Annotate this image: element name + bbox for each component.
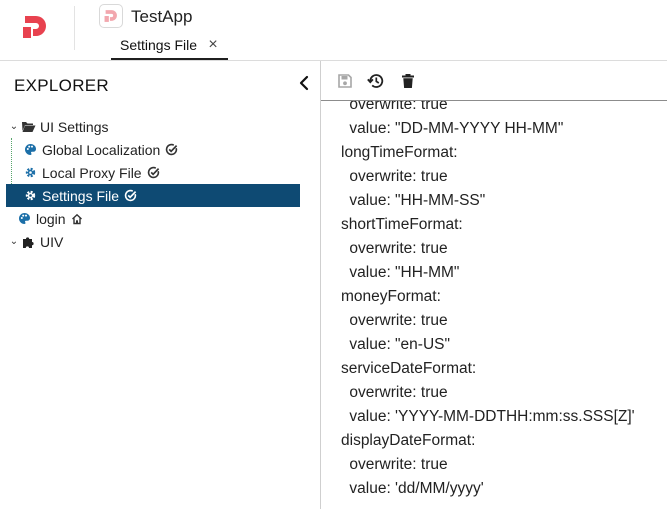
code-line[interactable]: overwrite: true (349, 309, 447, 333)
tree-item-label: Settings File (42, 187, 120, 204)
home-icon (71, 213, 83, 225)
chevron-down-icon[interactable]: ⌄ (8, 236, 20, 247)
folder-open-icon (20, 119, 36, 135)
tree-item-global-localization[interactable]: Global Localization (0, 138, 321, 161)
code-line[interactable]: value: "DD-MM-YYYY HH-MM" (349, 117, 563, 141)
top-bar: TestApp Settings File × (0, 0, 667, 60)
code-line[interactable]: overwrite: true (349, 165, 447, 189)
tree-item-login[interactable]: login (0, 207, 321, 230)
close-icon[interactable]: × (206, 37, 220, 53)
code-line[interactable]: serviceDateFormat: (341, 357, 476, 381)
code-line[interactable]: value: "HH-MM" (349, 261, 459, 285)
code-line[interactable]: value: 'dd/MM/yyyy' (349, 477, 483, 501)
code-line[interactable]: overwrite: true (349, 237, 447, 261)
trash-icon (402, 74, 414, 88)
editor-toolbar (321, 61, 667, 101)
palette-icon (22, 142, 38, 158)
gear-icon (22, 165, 38, 181)
puzzle-icon (20, 234, 36, 250)
tree-item-local-proxy-file[interactable]: Local Proxy File (0, 161, 321, 184)
tree-item-label: login (36, 210, 66, 227)
tree-item-label: UIV (40, 233, 64, 250)
check-circle-icon (124, 189, 137, 202)
code-editor[interactable]: overwrite: true value: "DD-MM-YYYY HH-MM"… (321, 101, 667, 509)
header-divider (74, 6, 75, 50)
app-title: TestApp (131, 7, 193, 26)
explorer-title: EXPLORER (14, 76, 109, 95)
code-line[interactable]: moneyFormat: (341, 285, 441, 309)
palette-icon (16, 211, 32, 227)
collapse-panel-button[interactable] (295, 73, 313, 93)
save-button[interactable] (335, 71, 355, 91)
chevron-down-icon[interactable]: ⌄ (8, 121, 20, 132)
delete-button[interactable] (398, 71, 418, 91)
history-button[interactable] (366, 71, 386, 91)
history-icon (367, 74, 384, 88)
tree-item-label: Local Proxy File (42, 164, 142, 181)
tree-item-label: Global Localization (42, 141, 161, 158)
code-line[interactable]: shortTimeFormat: (341, 213, 463, 237)
gear-icon (22, 188, 38, 204)
tab-label: Settings File (120, 37, 198, 53)
tree-item-uiv[interactable]: ⌄ UIV (0, 230, 321, 253)
app-icon (99, 4, 123, 28)
code-line[interactable]: value: "en-US" (349, 333, 450, 357)
tree-item-settings-file[interactable]: Settings File (6, 184, 300, 207)
tree-item-label: UI Settings (40, 118, 109, 135)
code-line[interactable]: longTimeFormat: (341, 141, 458, 165)
code-line[interactable]: value: "HH-MM-SS" (349, 189, 485, 213)
tab-settings-file[interactable]: Settings File × (111, 32, 228, 60)
code-line[interactable]: value: 'YYYY-MM-DDTHH:mm:ss.SSS[Z]' (349, 405, 634, 429)
chevron-left-icon (299, 75, 309, 91)
tree-item-ui-settings[interactable]: ⌄ UI Settings (0, 115, 321, 138)
code-line[interactable]: overwrite: true (349, 381, 447, 405)
check-circle-icon (147, 166, 160, 179)
check-circle-icon (165, 143, 178, 156)
code-line[interactable]: overwrite: true (349, 453, 447, 477)
code-line[interactable]: overwrite: true (349, 101, 447, 117)
code-line[interactable]: displayDateFormat: (341, 429, 475, 453)
explorer-panel: EXPLORER ⌄ UI Settings Global Localizati… (0, 61, 321, 509)
brand-logo (23, 16, 46, 38)
save-icon (338, 74, 352, 88)
